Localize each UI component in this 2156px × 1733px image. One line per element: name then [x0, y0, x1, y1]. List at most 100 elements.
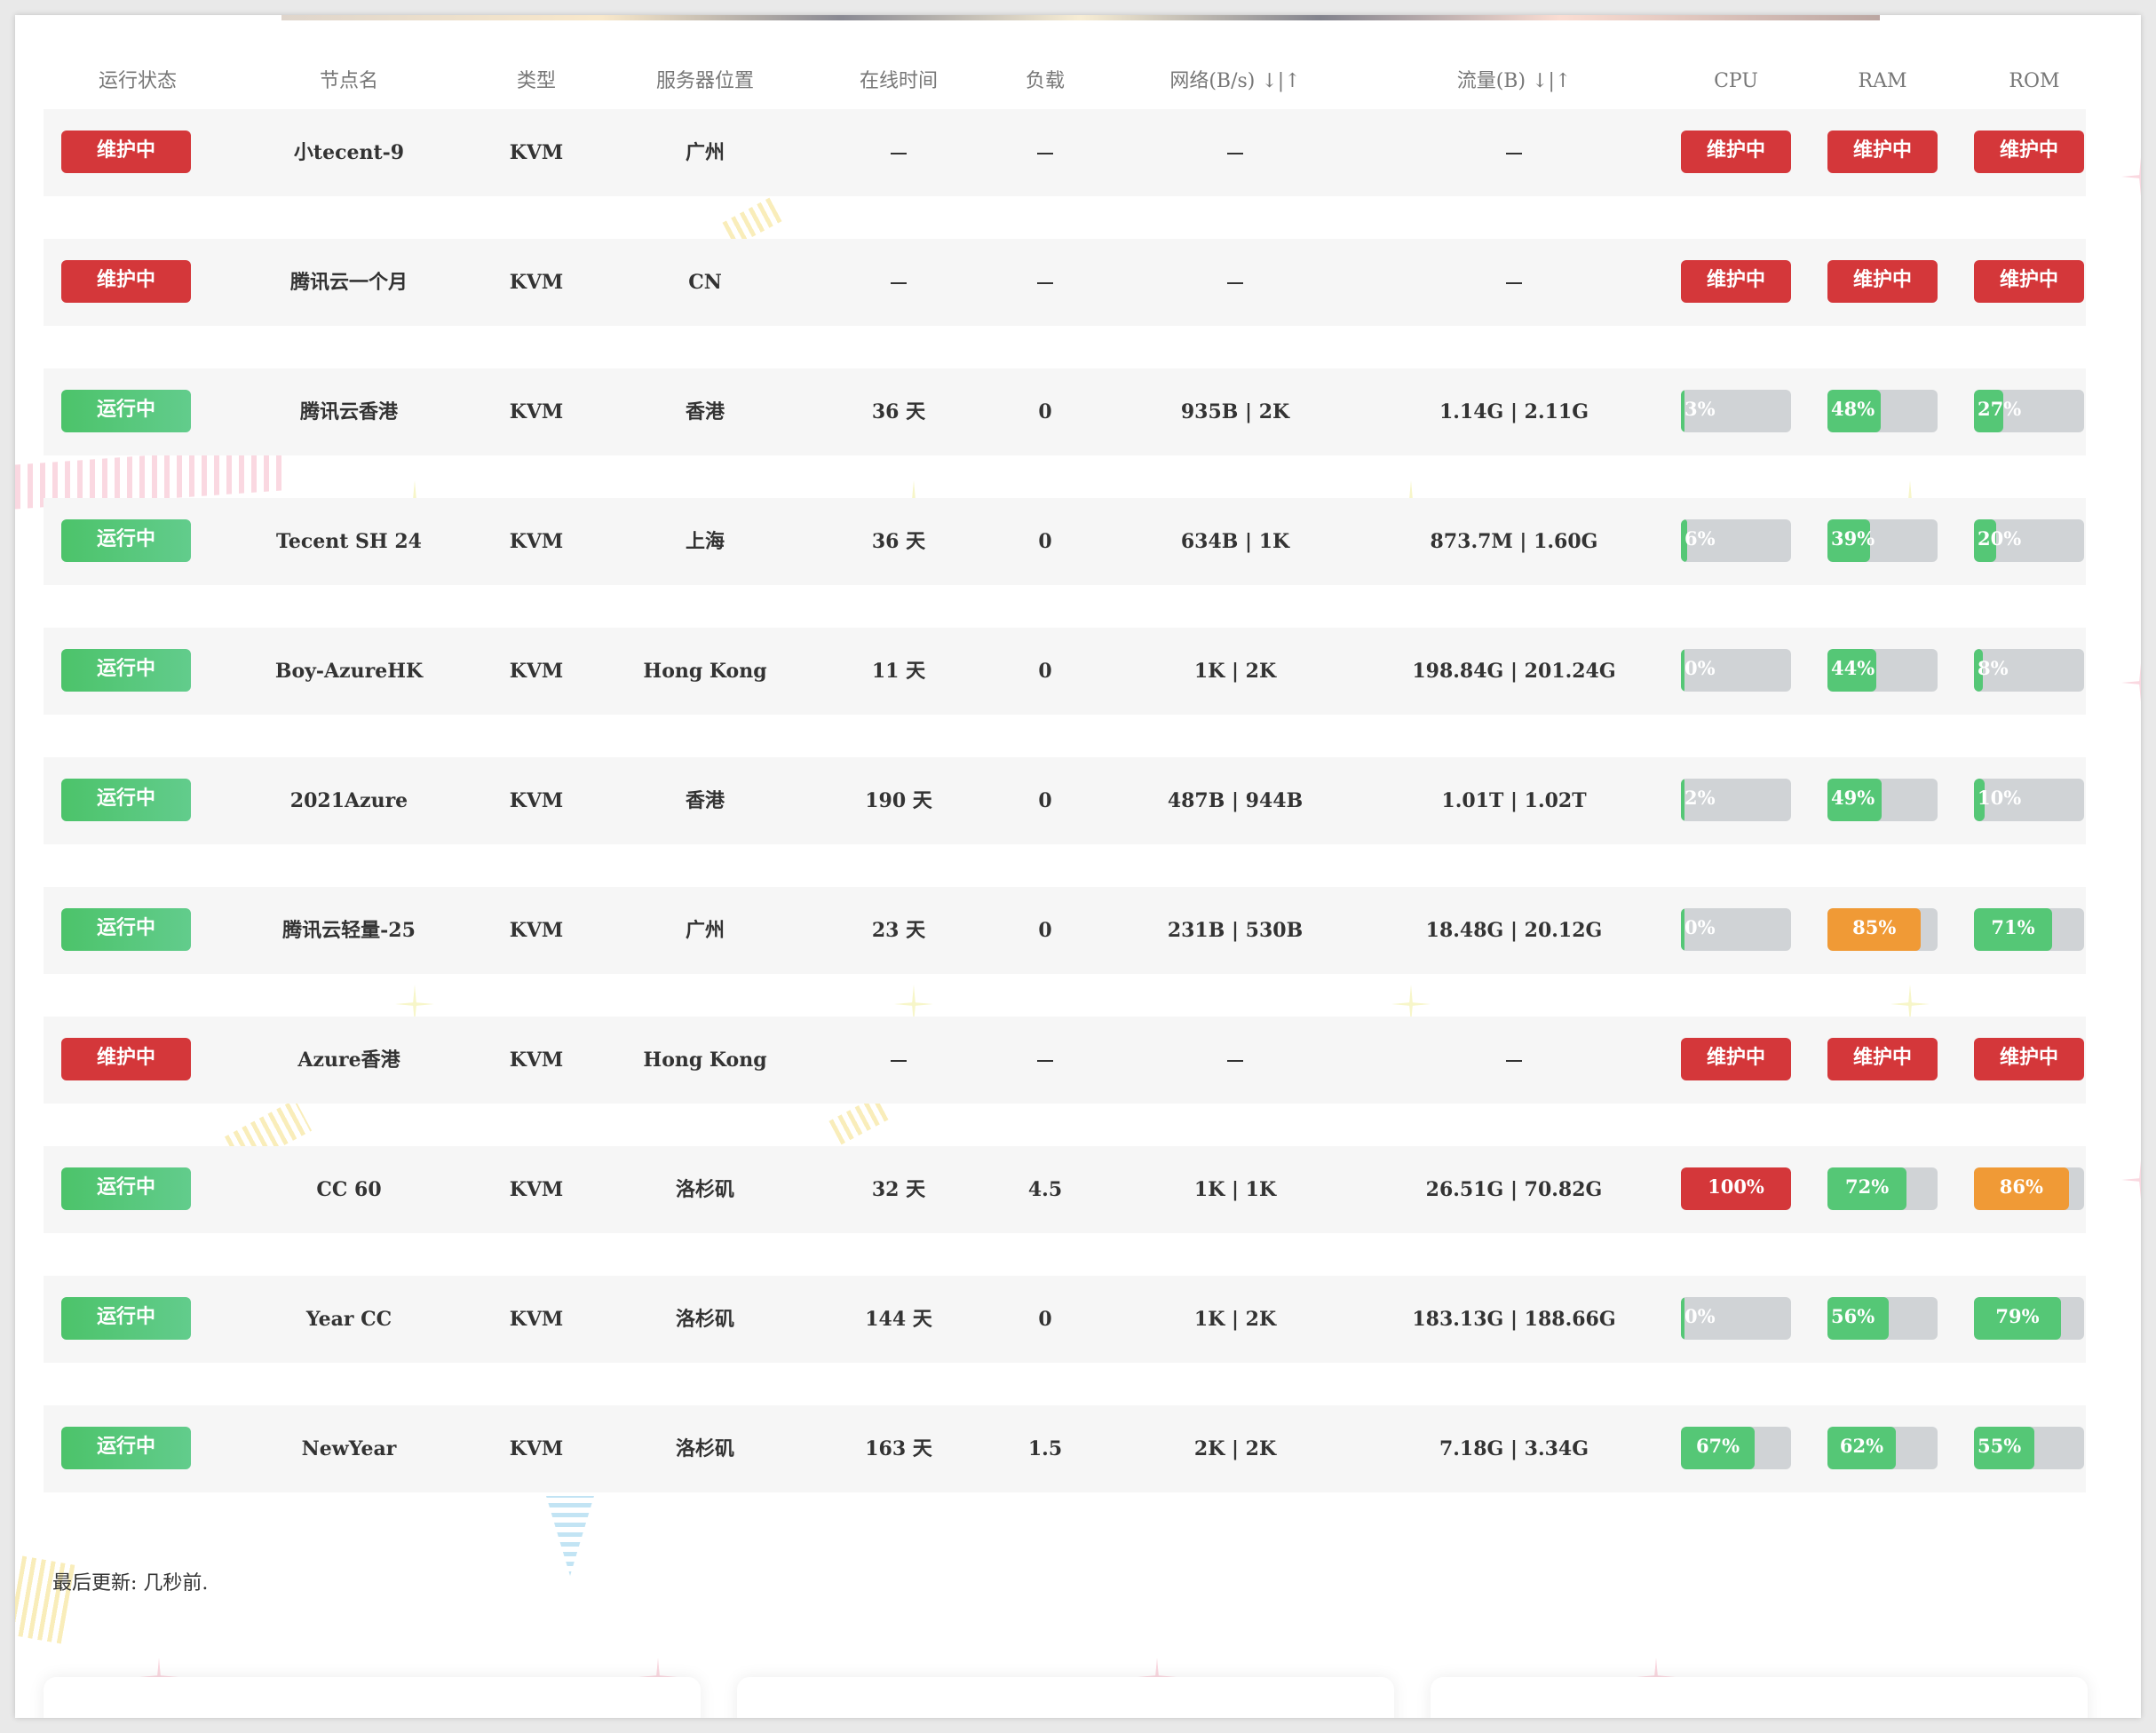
node-type: KVM — [509, 400, 564, 423]
node-traffic: 1.01T | 1.02T — [1441, 789, 1587, 812]
rom-usage-bar: 71% — [1974, 908, 2084, 951]
node-traffic: 7.18G | 3.34G — [1439, 1437, 1589, 1460]
table-row[interactable]: 维护中 小tecent-9 KVM 广州 维护中 维护中 维护中 — [44, 109, 2086, 196]
node-name: 小tecent-9 — [293, 141, 405, 164]
ram-maintenance-badge: 维护中 — [1827, 1038, 1938, 1080]
decorative-stripes — [546, 1496, 594, 1576]
node-traffic: 198.84G | 201.24G — [1412, 660, 1616, 683]
node-name: Boy-AzureHK — [274, 660, 424, 683]
node-type: KVM — [509, 141, 564, 164]
node-network — [1227, 239, 1243, 326]
rom-usage-label: 71% — [1991, 916, 2035, 938]
node-load: 0 — [1038, 919, 1052, 942]
node-name: 2021Azure — [289, 789, 408, 812]
col-traffic[interactable]: 流量(B) ↓|↑ — [1457, 51, 1572, 113]
node-traffic: 1.14G | 2.11G — [1439, 400, 1589, 423]
server-card[interactable] — [44, 1677, 701, 1718]
empty-dash — [891, 1060, 907, 1062]
node-uptime: 163 天 — [865, 1437, 932, 1460]
col-ram[interactable]: RAM — [1859, 51, 1907, 113]
ram-usage-label: 48% — [1831, 398, 1875, 420]
node-type: KVM — [509, 1049, 564, 1072]
ram-usage-bar: 56% — [1827, 1297, 1938, 1340]
empty-dash — [1227, 282, 1243, 284]
col-load[interactable]: 负载 — [1026, 51, 1065, 113]
empty-dash — [891, 282, 907, 284]
table-row[interactable]: 运行中 2021Azure KVM 香港 190 天 0 487B | 944B 1.01T … — [44, 757, 2086, 844]
sparkle-icon — [2121, 1160, 2141, 1199]
server-card[interactable] — [737, 1677, 1394, 1718]
cpu-maintenance-badge: 维护中 — [1681, 131, 1791, 173]
table-row[interactable]: 运行中 腾讯云香港 KVM 香港 36 天 0 935B | 2K 1.14G | 2.11G… — [44, 368, 2086, 455]
node-uptime: 23 天 — [871, 919, 926, 942]
ram-usage-bar: 44% — [1827, 649, 1938, 692]
col-name[interactable]: 节点名 — [320, 51, 378, 113]
empty-dash — [1227, 153, 1243, 154]
col-location[interactable]: 服务器位置 — [656, 51, 754, 113]
table-row[interactable]: 运行中 NewYear KVM 洛杉矶 163 天 1.5 2K | 2K 7.18G | 3… — [44, 1405, 2086, 1492]
status-badge: 运行中 — [61, 649, 191, 692]
node-name: NewYear — [301, 1437, 397, 1460]
cpu-usage-bar: 100% — [1681, 1167, 1791, 1210]
col-rom[interactable]: ROM — [2009, 51, 2059, 113]
ram-usage-bar: 62% — [1827, 1427, 1938, 1469]
cpu-usage-bar: 67% — [1681, 1427, 1791, 1469]
cpu-usage-label: 2% — [1684, 787, 1716, 809]
node-type: KVM — [509, 660, 564, 683]
ram-maintenance-badge: 维护中 — [1827, 260, 1938, 303]
node-location: 香港 — [685, 789, 725, 812]
node-network: 2K | 2K — [1193, 1437, 1277, 1460]
cpu-usage-label: 6% — [1684, 527, 1716, 550]
status-badge: 运行中 — [61, 1297, 191, 1340]
node-network — [1227, 109, 1243, 196]
cpu-usage-bar: 2% — [1681, 779, 1791, 821]
col-network[interactable]: 网络(B/s) ↓|↑ — [1169, 51, 1300, 113]
sparkle-icon — [2121, 663, 2141, 702]
ram-usage-bar: 72% — [1827, 1167, 1938, 1210]
ram-usage-label: 85% — [1852, 916, 1897, 938]
sparkle-icon — [2121, 157, 2141, 196]
node-uptime: 144 天 — [865, 1308, 932, 1331]
col-cpu[interactable]: CPU — [1714, 51, 1758, 113]
server-status-page: 运行状态 节点名 类型 服务器位置 在线时间 负载 网络(B/s) ↓|↑ 流量… — [15, 15, 2141, 1718]
node-location: 洛杉矶 — [675, 1308, 735, 1331]
table-row[interactable]: 运行中 腾讯云轻量-25 KVM 广州 23 天 0 231B | 530B 18.48G |… — [44, 887, 2086, 974]
ram-usage-bar: 39% — [1827, 519, 1938, 562]
node-location: CN — [688, 271, 722, 294]
ram-usage-label: 49% — [1831, 787, 1875, 809]
node-uptime: 32 天 — [871, 1178, 926, 1201]
node-uptime — [891, 1017, 907, 1104]
ram-usage-bar: 85% — [1827, 908, 1938, 951]
table-row[interactable]: 运行中 Year CC KVM 洛杉矶 144 天 0 1K | 2K 183.13G | 1… — [44, 1276, 2086, 1363]
node-traffic: 873.7M | 1.60G — [1430, 530, 1598, 553]
rom-maintenance-badge: 维护中 — [1974, 131, 2084, 173]
node-network: 634B | 1K — [1180, 530, 1290, 553]
table-row[interactable]: 运行中 CC 60 KVM 洛杉矶 32 天 4.5 1K | 1K 26.51G | 70.… — [44, 1146, 2086, 1233]
table-row[interactable]: 维护中 腾讯云一个月 KVM CN 维护中 维护中 维护中 — [44, 239, 2086, 326]
empty-dash — [1037, 282, 1053, 284]
table-row[interactable]: 运行中 Boy-AzureHK KVM Hong Kong 11 天 0 1K | 2K 19… — [44, 628, 2086, 715]
ram-usage-label: 56% — [1831, 1305, 1875, 1327]
node-traffic: 26.51G | 70.82G — [1425, 1178, 1603, 1201]
node-type: KVM — [509, 271, 564, 294]
node-type: KVM — [509, 789, 564, 812]
cpu-usage-bar: 0% — [1681, 908, 1791, 951]
empty-dash — [891, 153, 907, 154]
node-name: Year CC — [305, 1308, 392, 1331]
ram-usage-label: 62% — [1839, 1435, 1884, 1457]
node-load: 0 — [1038, 400, 1052, 423]
col-type[interactable]: 类型 — [517, 51, 556, 113]
table-row[interactable]: 维护中 Azure香港 KVM Hong Kong 维护中 维护中 维护中 — [44, 1017, 2086, 1104]
ram-usage-bar: 48% — [1827, 390, 1938, 432]
node-location: 广州 — [685, 141, 725, 164]
table-row[interactable]: 运行中 Tecent SH 24 KVM 上海 36 天 0 634B | 1K 873.7M… — [44, 498, 2086, 585]
node-type: KVM — [509, 919, 564, 942]
col-status[interactable]: 运行状态 — [99, 51, 177, 113]
cpu-usage-bar: 0% — [1681, 1297, 1791, 1340]
server-card[interactable] — [1431, 1677, 2088, 1718]
col-uptime[interactable]: 在线时间 — [860, 51, 938, 113]
status-badge: 维护中 — [61, 131, 191, 173]
node-network: 935B | 2K — [1180, 400, 1290, 423]
cpu-usage-label: 3% — [1684, 398, 1716, 420]
node-network: 487B | 944B — [1167, 789, 1304, 812]
